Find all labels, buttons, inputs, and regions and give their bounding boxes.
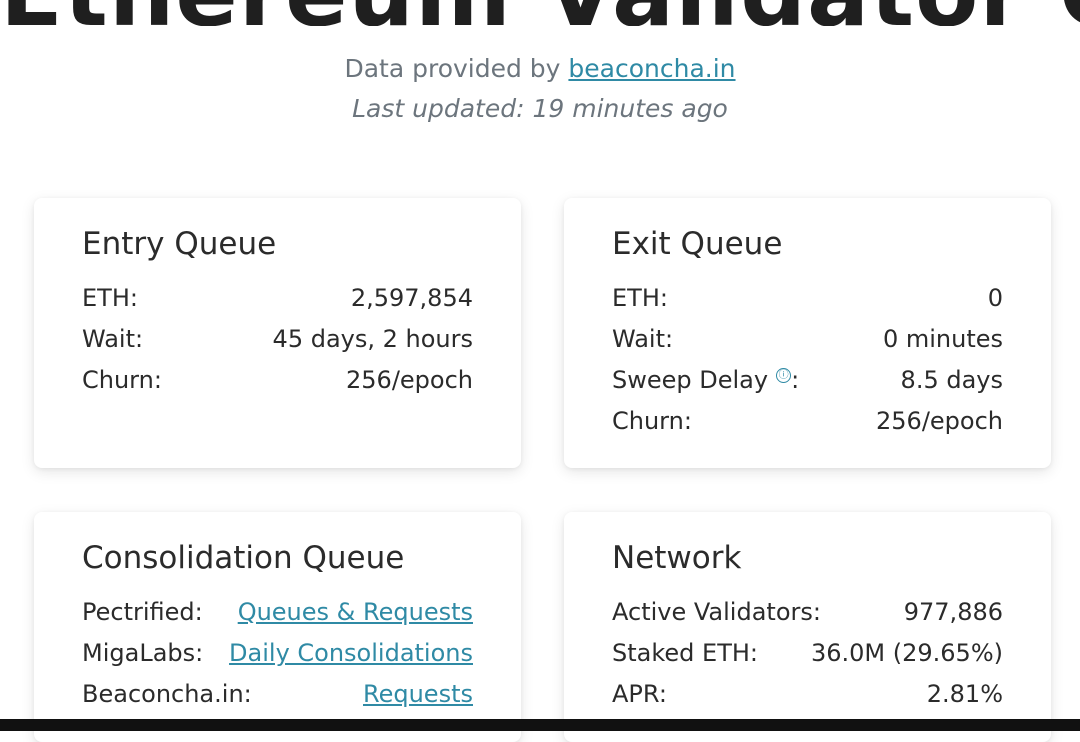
data-source-line: Data provided by beaconcha.in	[0, 54, 1080, 83]
row-label: Wait:	[612, 325, 674, 353]
exit-wait-row: Wait: 0 minutes	[612, 325, 1003, 361]
queues-requests-link[interactable]: Queues & Requests	[238, 598, 473, 626]
exit-queue-title: Exit Queue	[612, 226, 783, 262]
row-label: MigaLabs:	[82, 639, 204, 667]
row-value: 2.81%	[926, 680, 1003, 708]
row-label: Staked ETH:	[612, 639, 758, 667]
pectrified-row: Pectrified: Queues & Requests	[82, 598, 473, 634]
exit-churn-row: Churn: 256/epoch	[612, 407, 1003, 443]
label-colon: :	[791, 366, 800, 394]
apr-row: APR: 2.81%	[612, 680, 1003, 716]
data-source-prefix: Data provided by	[344, 54, 569, 83]
entry-churn-row: Churn: 256/epoch	[82, 366, 473, 402]
entry-wait-row: Wait: 45 days, 2 hours	[82, 325, 473, 361]
row-label: Wait:	[82, 325, 144, 353]
last-updated-text: Last updated: 19 minutes ago	[352, 94, 728, 123]
entry-queue-card: Entry Queue ETH: 2,597,854 Wait: 45 days…	[34, 198, 521, 468]
daily-consolidations-link[interactable]: Daily Consolidations	[229, 639, 473, 667]
requests-link[interactable]: Requests	[363, 680, 473, 708]
row-label: APR:	[612, 680, 667, 708]
beaconchain-row: Beaconcha.in: Requests	[82, 680, 473, 716]
consolidation-queue-card: Consolidation Queue Pectrified: Queues &…	[34, 512, 521, 742]
beaconchain-link[interactable]: beaconcha.in	[568, 54, 735, 83]
sweep-delay-label: Sweep Delay	[612, 366, 769, 394]
row-label: Sweep Delay ⓘ:	[612, 366, 799, 394]
entry-eth-row: ETH: 2,597,854	[82, 284, 473, 320]
network-card: Network Active Validators: 977,886 Stake…	[564, 512, 1051, 742]
row-value: 45 days, 2 hours	[272, 325, 473, 353]
row-value: 256/epoch	[346, 366, 473, 394]
bottom-edge-bar	[0, 719, 1080, 731]
row-value: 256/epoch	[876, 407, 1003, 435]
row-value: 977,886	[903, 598, 1003, 626]
consolidation-queue-title: Consolidation Queue	[82, 540, 405, 576]
row-value: 0	[987, 284, 1003, 312]
exit-queue-card: Exit Queue ETH: 0 Wait: 0 minutes Sweep …	[564, 198, 1051, 468]
exit-eth-row: ETH: 0	[612, 284, 1003, 320]
row-value: 2,597,854	[350, 284, 473, 312]
active-validators-row: Active Validators: 977,886	[612, 598, 1003, 634]
row-label: Churn:	[612, 407, 692, 435]
row-label: Churn:	[82, 366, 162, 394]
migalabs-row: MigaLabs: Daily Consolidations	[82, 639, 473, 675]
entry-queue-title: Entry Queue	[82, 226, 277, 262]
exit-sweep-delay-row: Sweep Delay ⓘ: 8.5 days	[612, 366, 1003, 402]
row-value: 0 minutes	[882, 325, 1003, 353]
row-value: 36.0M (29.65%)	[810, 639, 1003, 667]
row-label: ETH:	[612, 284, 668, 312]
row-label: Beaconcha.in:	[82, 680, 252, 708]
page-title: Ethereum Validator Queue	[0, 0, 1080, 26]
staked-eth-row: Staked ETH: 36.0M (29.65%)	[612, 639, 1003, 675]
row-label: Pectrified:	[82, 598, 203, 626]
row-label: ETH:	[82, 284, 138, 312]
row-value: 8.5 days	[900, 366, 1003, 394]
row-label: Active Validators:	[612, 598, 821, 626]
info-icon[interactable]: ⓘ	[776, 368, 792, 383]
network-title: Network	[612, 540, 742, 576]
